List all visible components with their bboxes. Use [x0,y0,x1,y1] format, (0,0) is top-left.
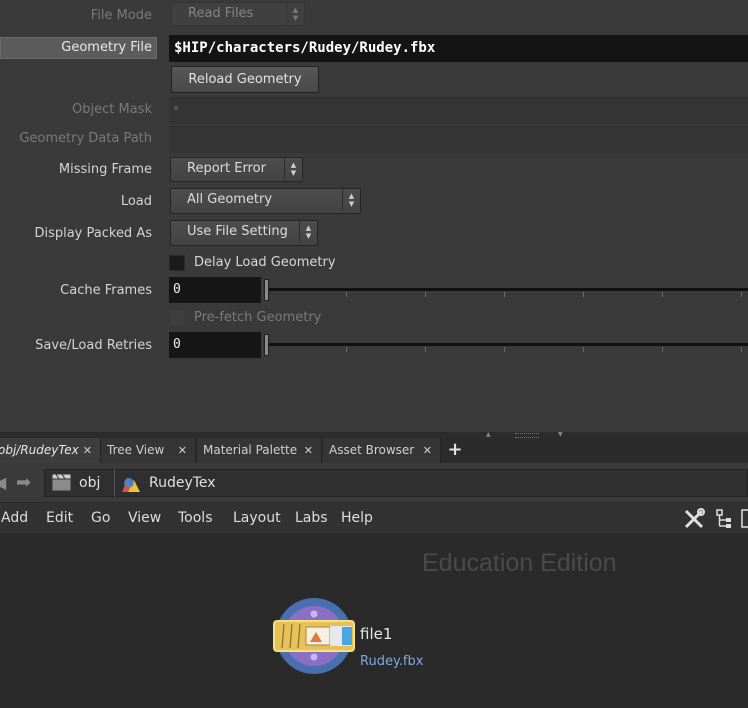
file-node-icon [273,598,355,674]
menu-help[interactable]: Help [341,503,373,534]
network-menu-bar: Add Edit Go View Tools Layout Labs Help [0,503,748,535]
geometry-object-icon [122,477,140,492]
load-label: Load [120,194,152,209]
slider-tick [583,347,584,352]
tab-label: obj/RudeyTex [0,443,79,457]
cache-frames-slider-handle[interactable] [264,279,269,301]
slider-tick [346,292,347,297]
add-tab-icon[interactable]: + [445,438,465,463]
slider-tick [346,347,347,352]
menu-tools[interactable]: Tools [178,503,213,534]
cache-frames-label: Cache Frames [60,283,152,298]
slider-tick [583,292,584,297]
menu-edit[interactable]: Edit [46,503,73,534]
back-arrow-icon[interactable]: ◀ [0,473,6,492]
delay-load-checkbox[interactable] [169,255,185,271]
path-separator [104,469,115,497]
prefetch-checkbox[interactable] [169,310,185,326]
close-tab-icon[interactable]: ✕ [304,438,313,463]
menu-add[interactable]: Add [1,503,28,534]
geometry-file-field[interactable]: $HIP/characters/Rudey/Rudey.fbx [169,35,748,62]
tab-tree-view[interactable]: Tree View ✕ [101,438,196,463]
path-obj[interactable]: obj [79,475,100,491]
obj-context-icon [51,473,72,492]
delay-load-label: Delay Load Geometry [194,255,336,270]
file-mode-menu[interactable]: Read Files ▲ ▼ [171,2,305,26]
display-packed-as-menu[interactable]: Use File Setting ▲ ▼ [170,220,318,246]
file-mode-value: Read Files [188,6,254,21]
object-mask-label: Object Mask [72,102,152,117]
file-node[interactable] [272,596,362,676]
collapse-down-icon[interactable]: ▼ [558,431,563,438]
missing-frame-value: Report Error [187,161,266,176]
tools-wrench-icon[interactable] [683,508,705,530]
tab-network-view[interactable]: obj/RudeyTex ✕ [0,438,101,463]
slider-tick [741,347,742,352]
object-mask-field[interactable]: * [169,97,748,124]
slider-tick [662,292,663,297]
slider-tick [741,292,742,297]
panel-toggle-icon[interactable] [741,509,748,529]
menu-arrows-icon: ▲ ▼ [286,3,304,25]
slider-tick [662,347,663,352]
save-load-retries-field[interactable]: 0 [169,332,261,358]
menu-go[interactable]: Go [91,503,110,534]
collapse-up-icon[interactable]: ▲ [486,431,491,438]
education-edition-watermark: Education Edition [422,549,617,577]
node-sublabel: Rudey.fbx [360,654,424,669]
cache-frames-field[interactable]: 0 [169,277,261,303]
geometry-data-path-label: Geometry Data Path [19,131,152,146]
reload-geometry-button[interactable]: Reload Geometry [171,66,319,93]
path-breadcrumb: obj RudeyTex [44,469,748,497]
prefetch-label: Pre-fetch Geometry [194,310,322,325]
menu-arrows-icon: ▲ ▼ [299,221,317,243]
close-tab-icon[interactable]: ✕ [178,438,187,463]
path-bar: ◀ ➡ obj RudeyTex [0,463,748,503]
tab-label: Asset Browser [329,443,415,457]
node-name[interactable]: file1 [360,625,392,643]
missing-frame-menu[interactable]: Report Error ▲ ▼ [170,157,303,182]
menu-arrows-icon: ▲ ▼ [284,158,302,180]
tab-label: Material Palette [203,443,298,457]
forward-arrow-icon[interactable]: ➡ [16,472,31,493]
network-editor[interactable]: Education Edition file1 Rudey.fbx [0,535,748,708]
close-tab-icon[interactable]: ✕ [83,438,92,463]
pane-tab-bar: obj/RudeyTex ✕ Tree View ✕ Material Pale… [0,438,748,463]
slider-tick [425,292,426,297]
menu-arrows-icon: ▲ ▼ [342,189,360,211]
close-tab-icon[interactable]: ✕ [423,438,432,463]
display-packed-as-value: Use File Setting [187,224,288,239]
tab-label: Tree View [107,443,165,457]
slider-tick [425,347,426,352]
path-rudeytex[interactable]: RudeyTex [149,475,216,491]
load-value: All Geometry [187,192,273,207]
geometry-data-path-field[interactable] [169,126,748,153]
cache-frames-slider-track[interactable] [266,288,748,291]
geometry-file-label: Geometry File [61,40,152,55]
save-load-retries-label: Save/Load Retries [35,338,152,353]
menu-labs[interactable]: Labs [295,503,328,534]
menu-layout[interactable]: Layout [233,503,281,534]
save-load-retries-slider-handle[interactable] [264,334,269,356]
slider-tick [504,347,505,352]
file-mode-label: File Mode [90,8,152,23]
display-packed-as-label: Display Packed As [34,226,152,241]
tab-material-palette[interactable]: Material Palette ✕ [197,438,322,463]
parameter-panel: File Mode Read Files ▲ ▼ Geometry File $H… [0,0,748,432]
tab-asset-browser[interactable]: Asset Browser ✕ [323,438,441,463]
slider-tick [504,292,505,297]
load-menu[interactable]: All Geometry ▲ ▼ [170,188,361,214]
save-load-retries-slider-track[interactable] [266,343,748,346]
missing-frame-label: Missing Frame [58,162,152,177]
tree-layout-icon[interactable] [715,509,733,529]
menu-view[interactable]: View [128,503,161,534]
